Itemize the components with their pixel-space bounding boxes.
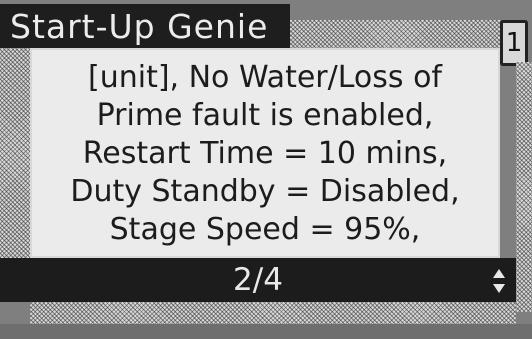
left-dither-strip — [0, 48, 30, 258]
message-line: [unit], No Water/Loss of — [88, 60, 442, 95]
message-box: [unit], No Water/Loss of Prime fault is … — [30, 48, 500, 258]
scrollbar[interactable] — [516, 62, 532, 312]
bottom-dither-strip — [30, 302, 516, 324]
message-line: Prime fault is enabled, — [96, 98, 434, 133]
top-dither-strip — [290, 20, 500, 48]
screen-title: Start-Up Genie — [10, 7, 269, 46]
pager-bar[interactable]: 2/4 — [0, 258, 516, 302]
bottom-frame — [0, 324, 532, 339]
message-line: Duty Standby = Disabled, — [70, 174, 460, 209]
page-counter: 2/4 — [233, 262, 283, 298]
page-indicator: 1 — [500, 20, 528, 66]
lcd-screen: Start-Up Genie 1 [unit], No Water/Loss o… — [0, 0, 532, 339]
message-line: Stage Speed = 95%, — [109, 212, 421, 247]
title-bar: Start-Up Genie — [0, 4, 290, 48]
up-down-arrows-icon[interactable] — [492, 268, 506, 294]
message-line: Restart Time = 10 mins, — [82, 136, 448, 171]
